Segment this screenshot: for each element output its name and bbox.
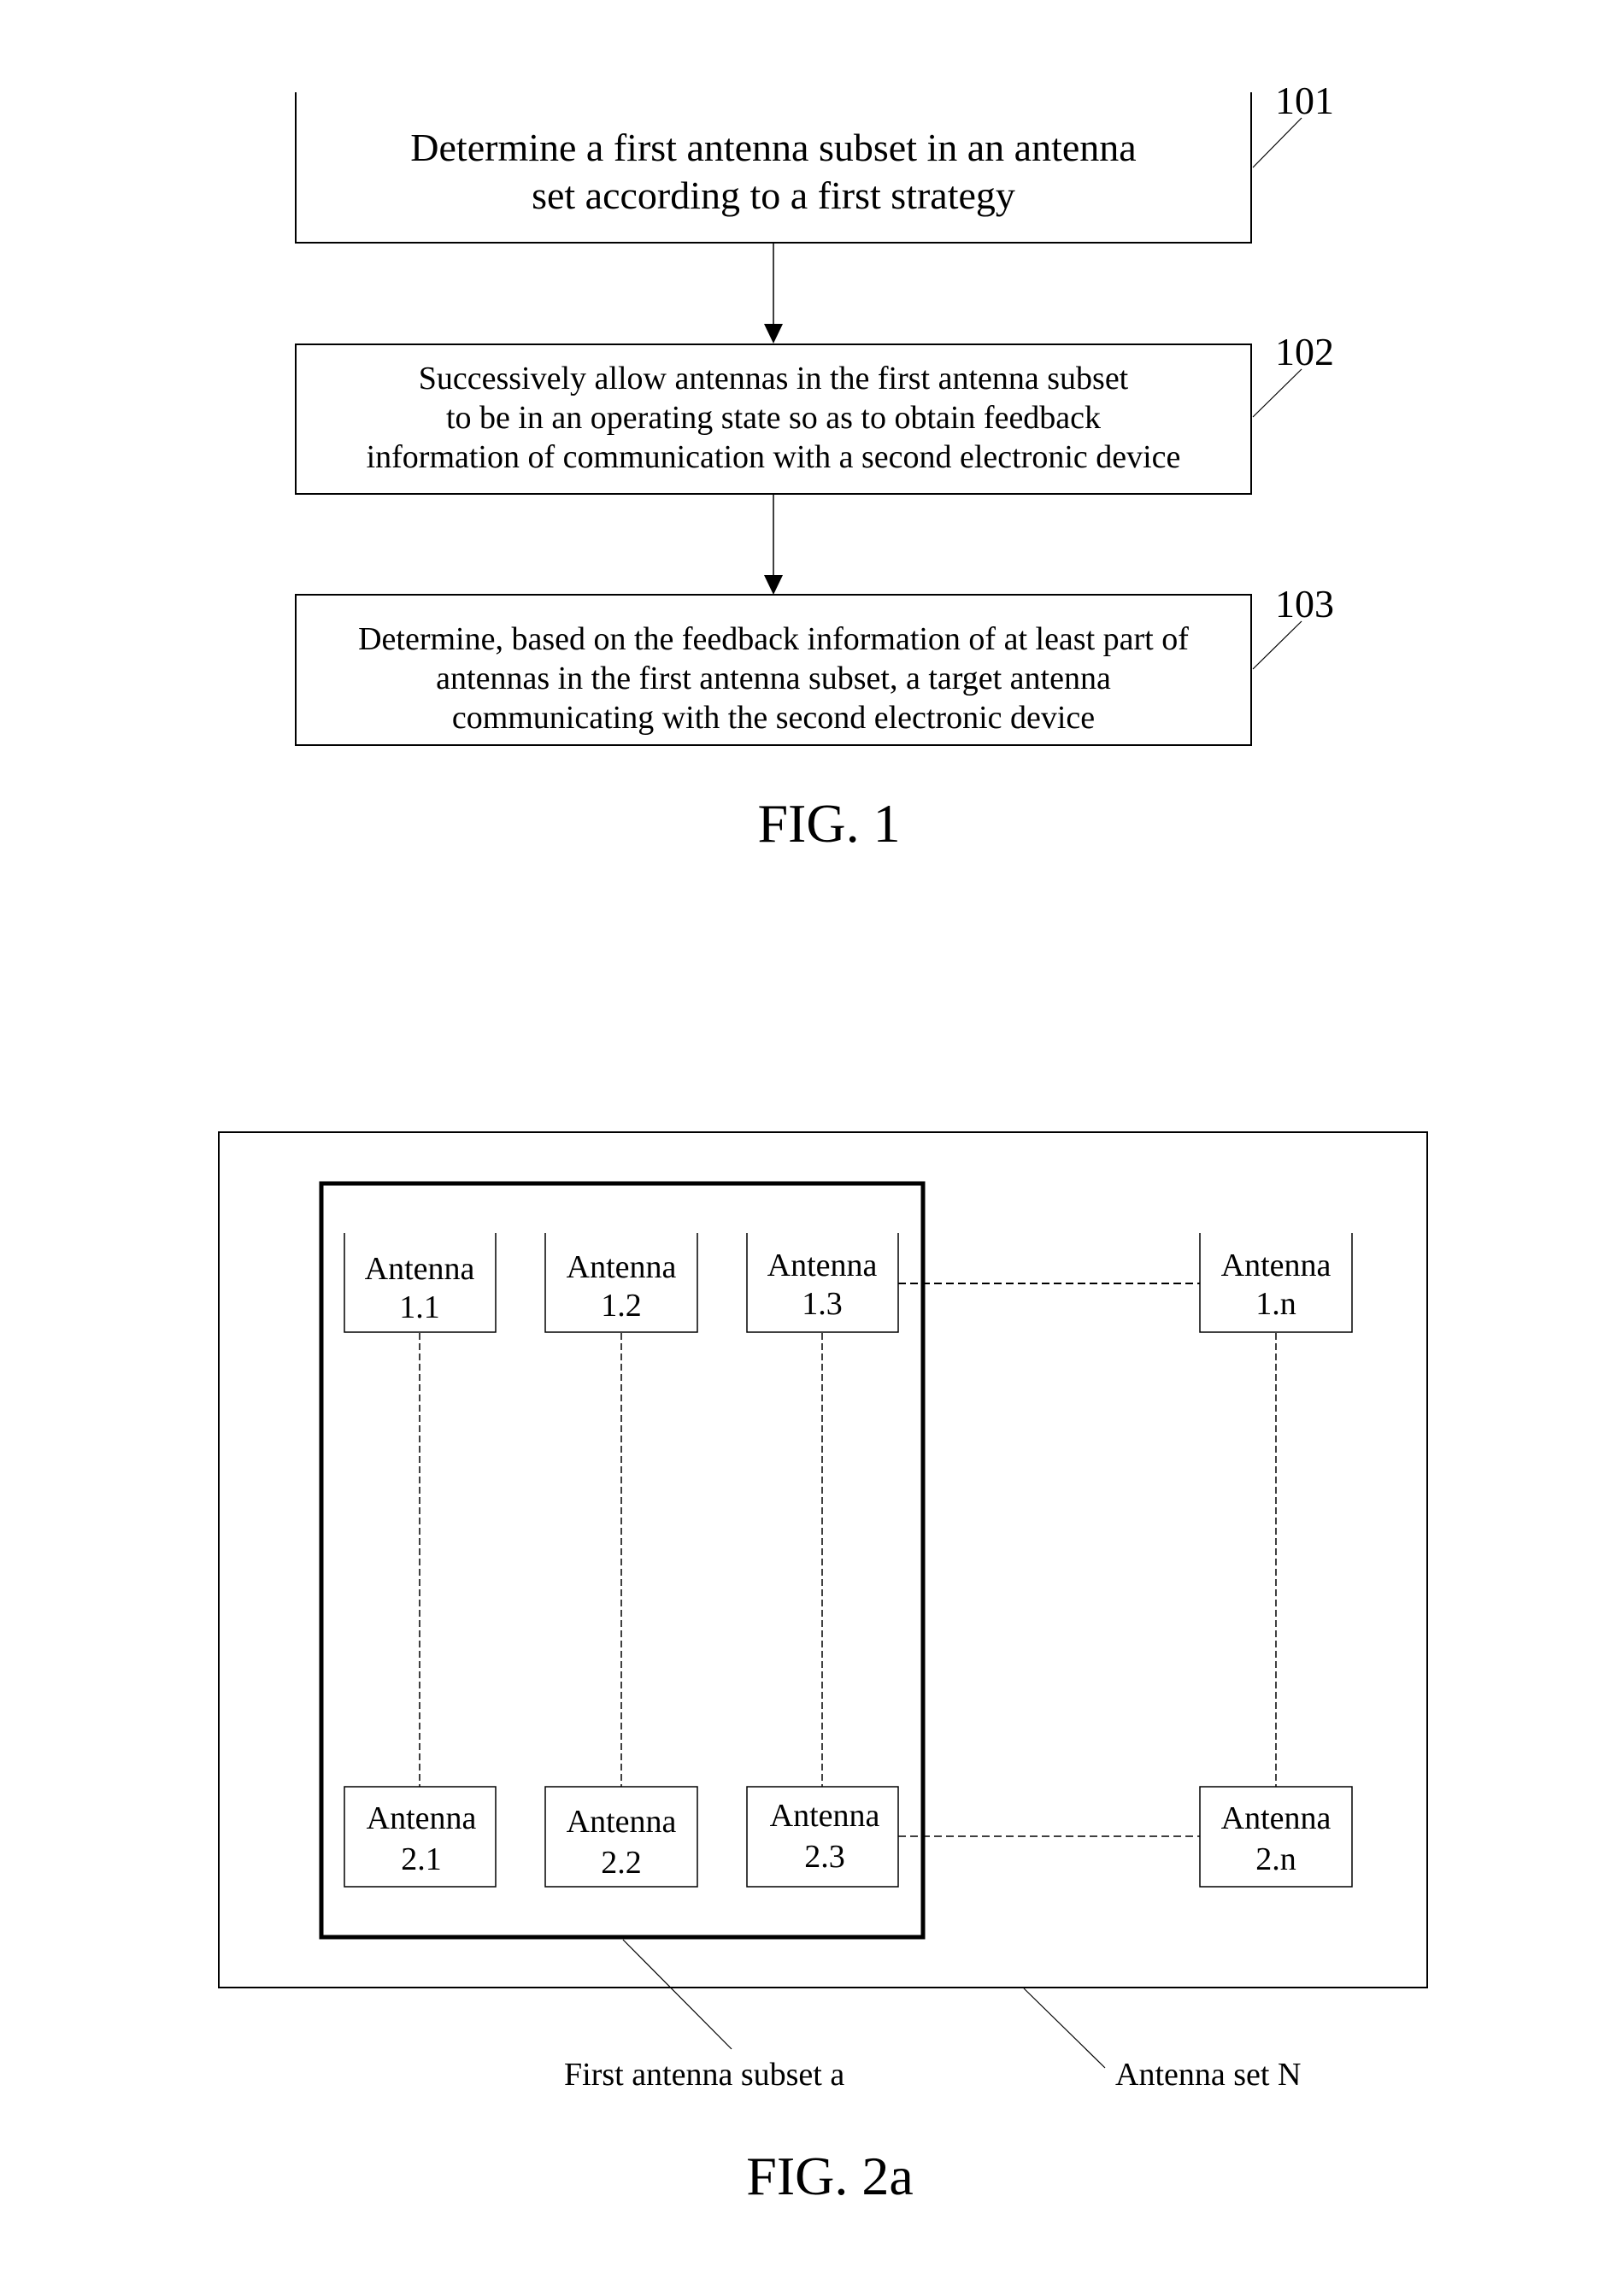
fig1-flowchart: Determine a first antenna subset in an a… <box>295 79 1334 854</box>
patent-drawing-sheet: Determine a first antenna subset in an a… <box>218 79 1428 2206</box>
antenna-1-2: Antenna 1.2 <box>544 1233 698 1333</box>
ref-label-102: 102 <box>1275 330 1334 373</box>
antenna-id: 1.n <box>1255 1286 1296 1322</box>
ref-leader-103 <box>1252 620 1302 670</box>
fig2a-caption: FIG. 2a <box>746 2146 914 2206</box>
subset-leader-line <box>622 1939 732 2050</box>
antenna-1-n: Antenna 1.n <box>1199 1233 1353 1333</box>
step-text-101-line-2: set according to a first strategy <box>532 173 1015 217</box>
antenna-id: 1.2 <box>601 1288 642 1324</box>
antenna-label: Antenna <box>770 1798 880 1834</box>
antenna-label: Antenna <box>567 1804 677 1840</box>
step-text-102-line-2: to be in an operating state so as to obt… <box>446 400 1101 436</box>
antenna-2-2: Antenna 2.2 <box>544 1786 698 1888</box>
fig2a-antenna-diagram: Antenna 1.1 Antenna 1.2 Antenna 1.3 Ante… <box>218 1131 1428 2206</box>
antenna-2-n: Antenna 2.n <box>1199 1786 1353 1888</box>
step-text-102-line-1: Successively allow antennas in the first… <box>419 361 1129 396</box>
antenna-set-label: Antenna set N <box>1115 2057 1301 2093</box>
antenna-2-1: Antenna 2.1 <box>344 1786 497 1888</box>
antenna-label: Antenna <box>1221 1248 1332 1283</box>
ref-leader-102 <box>1252 368 1302 418</box>
step-text-103-line-3: communicating with the second electronic… <box>452 700 1095 736</box>
antenna-1-3: Antenna 1.3 <box>746 1233 899 1333</box>
first-antenna-subset-label: First antenna subset a <box>564 2057 844 2093</box>
ref-label-103: 103 <box>1275 582 1334 625</box>
antenna-id: 1.1 <box>399 1289 440 1325</box>
antenna-id: 2.3 <box>804 1839 845 1875</box>
arrow-head-icon <box>764 575 783 595</box>
step-text-103-line-1: Determine, based on the feedback informa… <box>358 621 1189 657</box>
arrow-head-icon <box>764 324 783 344</box>
ref-leader-101 <box>1252 117 1302 168</box>
antenna-label: Antenna <box>767 1248 878 1283</box>
antenna-label: Antenna <box>1221 1800 1332 1836</box>
antenna-label: Antenna <box>365 1251 475 1287</box>
antenna-1-1: Antenna 1.1 <box>344 1233 497 1333</box>
ref-label-101: 101 <box>1275 79 1334 122</box>
antenna-label: Antenna <box>367 1800 477 1836</box>
antenna-2-3: Antenna 2.3 <box>746 1786 899 1888</box>
antenna-id: 2.n <box>1255 1841 1296 1877</box>
step-text-102-line-3: information of communication with a seco… <box>367 439 1181 475</box>
flow-step-101: Determine a first antenna subset in an a… <box>295 79 1334 244</box>
set-leader-line <box>1023 1988 1106 2069</box>
flow-step-103: Determine, based on the feedback informa… <box>295 582 1334 746</box>
step-text-103-line-2: antennas in the first antenna subset, a … <box>436 661 1111 696</box>
antenna-label: Antenna <box>567 1249 677 1285</box>
step-text-101-line-1: Determine a first antenna subset in an a… <box>410 126 1136 169</box>
flow-arrow-101-102 <box>764 243 783 344</box>
antenna-id: 1.3 <box>802 1286 843 1322</box>
antenna-id: 2.1 <box>401 1841 442 1877</box>
flow-arrow-102-103 <box>764 494 783 595</box>
flow-step-102: Successively allow antennas in the first… <box>295 330 1334 495</box>
antenna-id: 2.2 <box>601 1845 642 1881</box>
fig1-caption: FIG. 1 <box>757 793 900 854</box>
